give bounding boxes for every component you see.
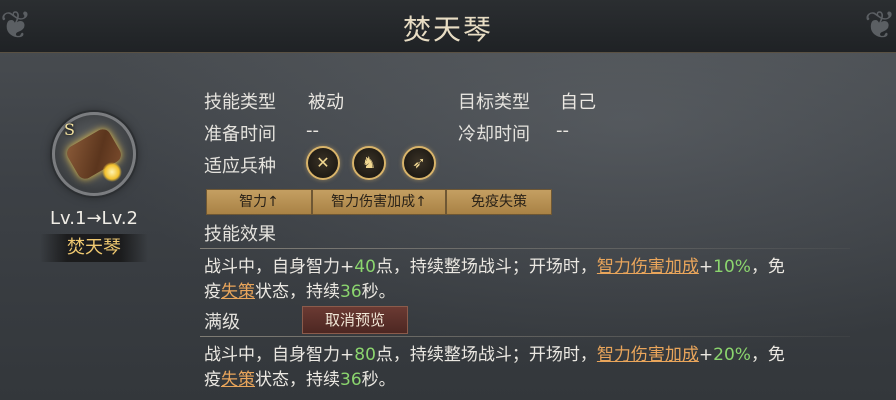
s-rank-icon: S xyxy=(64,120,75,139)
target-type-label: 目标类型 xyxy=(458,92,530,113)
max-line-1: 战斗中，自身智力+80点，持续整场战斗；开场时，智力伤害加成+20%，免 xyxy=(204,343,874,368)
cloud-ornament-right-icon: ❦ xyxy=(864,3,896,47)
effect-line-1: 战斗中，自身智力+40点，持续整场战斗；开场时，智力伤害加成+10%，免 xyxy=(204,255,874,280)
effect-description: 战斗中，自身智力+40点，持续整场战斗；开场时，智力伤害加成+10%，免 疫失策… xyxy=(204,255,874,305)
max-text: ，免 xyxy=(750,345,785,365)
skill-detail-panel: ❦ 焚天琴 ❦ S Lv.1→Lv.2 焚天琴 技能类型 被动 目标类型 自己 … xyxy=(0,0,896,400)
cooldown-label: 冷却时间 xyxy=(458,124,530,145)
max-line-2: 疫失策状态，持续36秒。 xyxy=(204,368,874,393)
max-bonus-value: 20% xyxy=(713,345,751,365)
effect-text: ，免 xyxy=(750,257,785,277)
tag-int-up: 智力↑ xyxy=(206,189,312,215)
level-transition: Lv.1→Lv.2 xyxy=(50,208,138,229)
skill-title: 焚天琴 xyxy=(402,13,493,46)
max-int-damage-bonus-link[interactable]: 智力伤害加成 xyxy=(597,345,699,365)
tag-int-damage-up: 智力伤害加成↑ xyxy=(312,189,446,215)
effect-text: 状态，持续 xyxy=(255,282,340,302)
effect-int-value: 40 xyxy=(354,257,376,277)
bow-icon[interactable]: ➶ xyxy=(402,146,436,180)
max-level-description: 战斗中，自身智力+80点，持续整场战斗；开场时，智力伤害加成+20%，免 疫失策… xyxy=(204,343,874,393)
max-level-divider xyxy=(200,336,850,337)
skill-type-value: 被动 xyxy=(308,92,344,113)
cooldown-value: -- xyxy=(556,120,569,141)
spear-cross-icon[interactable]: ✕ xyxy=(306,146,340,180)
skill-type-label: 技能类型 xyxy=(204,92,276,113)
confusion-link[interactable]: 失策 xyxy=(221,282,255,302)
skill-name-tag: 焚天琴 xyxy=(40,234,148,262)
troop-type-label: 适应兵种 xyxy=(204,156,276,177)
cancel-preview-button[interactable]: 取消预览 xyxy=(302,306,408,334)
max-text: + xyxy=(698,345,714,365)
max-duration-value: 36 xyxy=(340,370,362,390)
spark-icon xyxy=(102,162,122,182)
prep-time-value: -- xyxy=(306,120,319,141)
effect-text: 战斗中，自身智力+ xyxy=(204,257,355,277)
int-damage-bonus-link[interactable]: 智力伤害加成 xyxy=(597,257,699,277)
prep-time-label: 准备时间 xyxy=(204,124,276,145)
effect-text: 秒。 xyxy=(361,282,396,302)
horse-head-icon[interactable]: ♞ xyxy=(352,146,386,180)
max-text: 战斗中，自身智力+ xyxy=(204,345,355,365)
max-int-value: 80 xyxy=(354,345,376,365)
tag-immune-confusion: 免疫失策 xyxy=(446,189,552,215)
max-text: 秒。 xyxy=(361,370,396,390)
title-bar: ❦ 焚天琴 ❦ xyxy=(0,0,896,53)
max-text: 疫 xyxy=(204,370,221,390)
effect-divider xyxy=(200,248,850,249)
effect-text: + xyxy=(698,257,714,277)
effect-bonus-value: 10% xyxy=(713,257,751,277)
max-text: 点，持续整场战斗；开场时， xyxy=(375,345,597,365)
max-level-header: 满级 xyxy=(204,312,240,333)
target-type-value: 自己 xyxy=(560,92,596,113)
effect-header: 技能效果 xyxy=(204,224,276,245)
effect-text: 点，持续整场战斗；开场时， xyxy=(375,257,597,277)
effect-text: 疫 xyxy=(204,282,221,302)
max-confusion-link[interactable]: 失策 xyxy=(221,370,255,390)
effect-duration-value: 36 xyxy=(340,282,362,302)
effect-line-2: 疫失策状态，持续36秒。 xyxy=(204,280,874,305)
skill-icon[interactable]: S xyxy=(52,112,136,196)
max-text: 状态，持续 xyxy=(255,370,340,390)
